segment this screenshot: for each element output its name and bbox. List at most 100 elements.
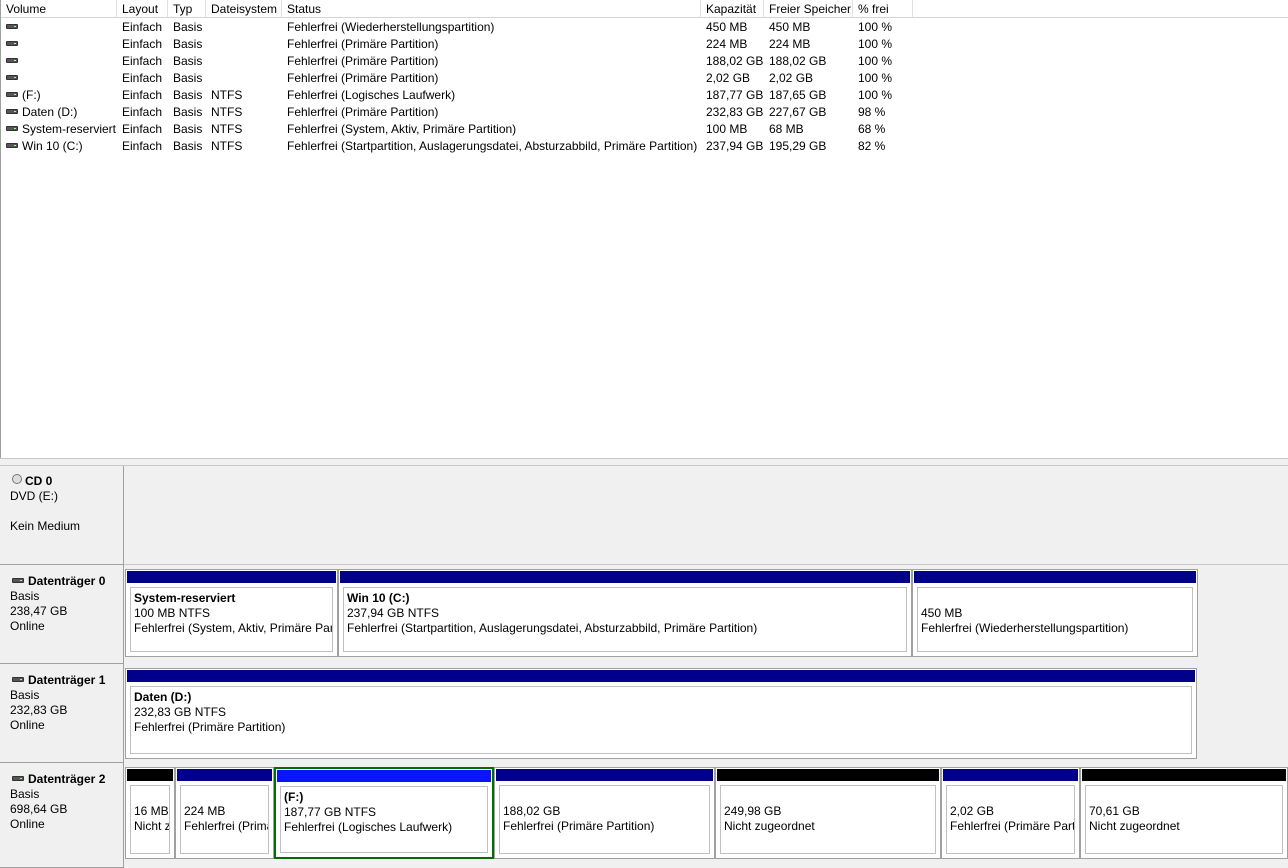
filesystem-cell-text: NTFS — [211, 122, 243, 136]
partition-unallocated-16mb[interactable]: 16 MB Nicht zugeordnet — [125, 767, 175, 859]
percent-free-cell-text: 98 % — [858, 105, 886, 119]
disk-info-spacer — [10, 504, 123, 519]
volume-row[interactable]: Einfach Basis Fehlerfrei (Primäre Partitio… — [1, 36, 1288, 53]
capacity-cell-text: 450 MB — [706, 20, 748, 34]
type-cell: Basis — [168, 104, 206, 121]
free-space-cell-text: 224 MB — [769, 37, 811, 51]
disk-row-1: Datenträger 1 Basis 232,83 GB Online Dat… — [0, 664, 1288, 763]
filesystem-cell: NTFS — [206, 87, 282, 104]
disk-title: Datenträger 2 — [28, 772, 106, 786]
pane-splitter[interactable] — [0, 458, 1288, 466]
disk-type: Basis — [10, 688, 40, 702]
layout-cell: Einfach — [117, 121, 168, 138]
type-cell: Basis — [168, 138, 206, 155]
column-header-free-space[interactable]: Freier Speicher — [764, 0, 853, 18]
partition-system-reserved[interactable]: System-reserviert 100 MB NTFS Fehlerfrei… — [125, 569, 338, 657]
partition-recovery[interactable]: 450 MB Fehlerfrei (Wiederherstellungspar… — [912, 569, 1198, 657]
free-space-cell-text: 187,65 GB — [769, 88, 827, 102]
capacity-cell: 224 MB — [701, 36, 764, 53]
volume-row[interactable]: Einfach Basis Fehlerfrei (Primäre Partitio… — [1, 53, 1288, 70]
disk-label-2[interactable]: Datenträger 2 Basis 698,64 GB Online — [0, 763, 124, 868]
free-space-cell-text: 188,02 GB — [769, 54, 827, 68]
capacity-cell-text: 2,02 GB — [706, 71, 751, 85]
status-cell: Fehlerfrei (Wiederherstellungspartition) — [282, 19, 701, 36]
partition-unallocated-249gb[interactable]: 249,98 GB Nicht zugeordnet — [715, 767, 941, 859]
volume-name-text: Win 10 (C:) — [22, 139, 83, 153]
volume-name: System-reserviert — [1, 121, 117, 138]
layout-cell-text: Einfach — [122, 37, 163, 51]
disk-label-cd0[interactable]: CD 0 DVD (E:) Kein Medium — [0, 466, 124, 565]
partition-daten-d[interactable]: Daten (D:) 232,83 GB NTFS Fehlerfrei (Pr… — [125, 668, 1197, 759]
partition-f-selected[interactable]: (F:) 187,77 GB NTFS Fehlerfrei (Logische… — [274, 767, 494, 859]
disk-row-2: Datenträger 2 Basis 698,64 GB Online 16 … — [0, 763, 1288, 868]
disk-area-2: 16 MB Nicht zugeordnet 224 MB Fehlerfrei… — [124, 763, 1288, 868]
partition-bar — [177, 769, 272, 781]
status-cell-text: Fehlerfrei (Primäre Partition) — [287, 54, 439, 68]
drive-icon — [6, 41, 18, 47]
partition-bar — [127, 571, 336, 583]
type-cell-text: Basis — [173, 37, 203, 51]
partition-win10-c[interactable]: Win 10 (C:) 237,94 GB NTFS Fehlerfrei (S… — [338, 569, 912, 657]
partition-status: Nicht zugeordnet — [134, 819, 169, 833]
layout-cell-text: Einfach — [122, 71, 163, 85]
partition-size: 232,83 GB NTFS — [134, 705, 227, 719]
drive-icon — [12, 776, 24, 782]
partition-size: 70,61 GB — [1089, 804, 1140, 818]
disk-label-1[interactable]: Datenträger 1 Basis 232,83 GB Online — [0, 664, 124, 763]
volume-row[interactable]: (F:) Einfach Basis NTFS Fehlerfrei (Logische… — [1, 87, 1288, 104]
type-cell: Basis — [168, 121, 206, 138]
status-cell: Fehlerfrei (Logisches Laufwerk) — [282, 87, 701, 104]
layout-cell: Einfach — [117, 36, 168, 53]
volume-row[interactable]: Win 10 (C:) Einfach Basis NTFS Fehlerfrei (S… — [1, 138, 1288, 155]
partition-name: Win 10 (C:) — [347, 591, 410, 605]
percent-free-cell: 68 % — [853, 121, 913, 138]
volume-list[interactable]: Volume Layout Typ Dateisystem Status Kap… — [0, 0, 1288, 458]
drive-icon — [6, 126, 18, 132]
type-cell-text: Basis — [173, 139, 203, 153]
free-space-cell: 68 MB — [764, 121, 853, 138]
volume-row[interactable]: System-reserviert Einfach Basis NTFS Fehlerf… — [1, 121, 1288, 138]
disk-type: Basis — [10, 787, 40, 801]
column-header-type[interactable]: Typ — [168, 0, 206, 18]
disk-area-1: Daten (D:) 232,83 GB NTFS Fehlerfrei (Pr… — [124, 664, 1288, 763]
type-cell: Basis — [168, 70, 206, 87]
free-space-cell-text: 195,29 GB — [769, 139, 827, 153]
volume-row[interactable]: Daten (D:) Einfach Basis NTFS Fehlerfrei (Pr… — [1, 104, 1288, 121]
capacity-cell-text: 187,77 GB — [706, 88, 764, 102]
volume-name-text: (F:) — [22, 88, 41, 102]
free-space-cell: 450 MB — [764, 19, 853, 36]
volume-name — [1, 36, 117, 53]
column-header-volume[interactable]: Volume — [1, 0, 117, 18]
column-header-percent-free[interactable]: % frei — [853, 0, 913, 18]
partition-bar — [1082, 769, 1286, 781]
column-header-filesystem[interactable]: Dateisystem — [206, 0, 282, 18]
column-header-layout[interactable]: Layout — [117, 0, 168, 18]
disk-title: CD 0 — [25, 474, 53, 488]
partition-188gb[interactable]: 188,02 GB Fehlerfrei (Primäre Partition) — [494, 767, 715, 859]
capacity-cell-text: 224 MB — [706, 37, 748, 51]
cd-icon — [12, 473, 22, 484]
partition-name — [1089, 789, 1282, 804]
partition-status: Nicht zugeordnet — [724, 819, 815, 833]
percent-free-cell-text: 100 % — [858, 54, 893, 68]
capacity-cell: 237,94 GB — [701, 138, 764, 155]
free-space-cell-text: 227,67 GB — [769, 105, 827, 119]
disk-label-0[interactable]: Datenträger 0 Basis 238,47 GB Online — [0, 565, 124, 664]
partition-2gb[interactable]: 2,02 GB Fehlerfrei (Primäre Partition) — [941, 767, 1080, 859]
column-header-status[interactable]: Status — [282, 0, 701, 18]
column-header-capacity[interactable]: Kapazität — [701, 0, 764, 18]
disk-map: CD 0 DVD (E:) Kein Medium Datenträger 0 … — [0, 466, 1288, 868]
type-cell-text: Basis — [173, 122, 203, 136]
disk-state: Online — [10, 619, 45, 633]
partition-224mb[interactable]: 224 MB Fehlerfrei (Primäre Partition) — [175, 767, 274, 859]
partition-size: 224 MB — [184, 804, 226, 818]
partition-name — [921, 591, 1192, 606]
partition-unallocated-70gb[interactable]: 70,61 GB Nicht zugeordnet — [1080, 767, 1288, 859]
volume-row[interactable]: Einfach Basis Fehlerfrei (Primäre Partitio… — [1, 70, 1288, 87]
volume-name-text: System-reserviert — [22, 122, 117, 136]
disk-title: Datenträger 0 — [28, 574, 106, 588]
volume-name: Daten (D:) — [1, 104, 117, 121]
partition-status: Fehlerfrei (Primäre Partition) — [134, 720, 286, 734]
volume-row[interactable]: Einfach Basis Fehlerfrei (Wiederherstellun… — [1, 19, 1288, 36]
capacity-cell: 232,83 GB — [701, 104, 764, 121]
